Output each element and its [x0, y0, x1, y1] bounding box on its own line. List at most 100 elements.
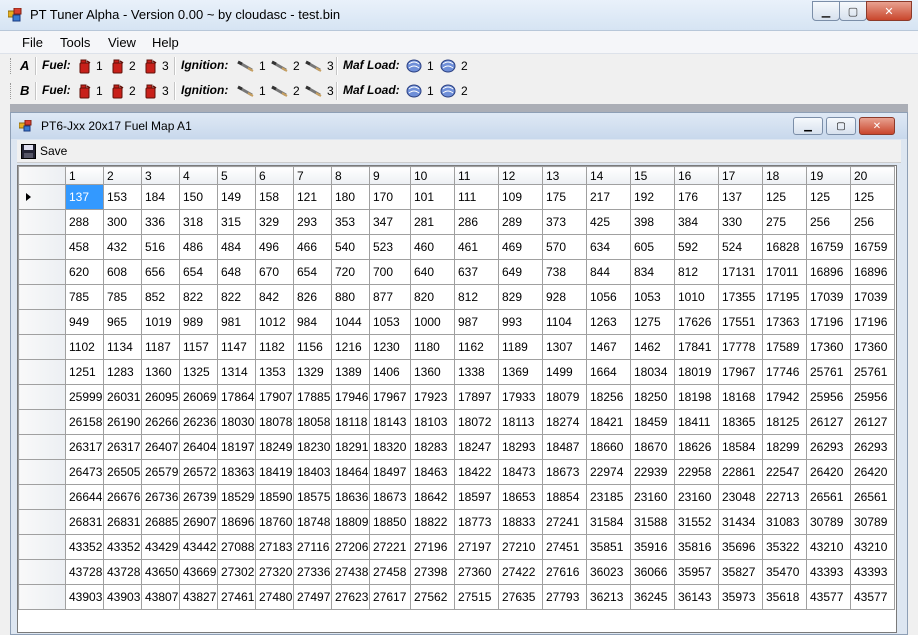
map-cell[interactable]: 700	[369, 259, 411, 285]
map-cell[interactable]: 17778	[718, 334, 763, 360]
map-cell[interactable]: 18072	[454, 409, 499, 435]
map-cell[interactable]: 18256	[586, 384, 631, 410]
row-header[interactable]	[18, 284, 66, 310]
map-cell[interactable]: 785	[103, 284, 142, 310]
map-cell[interactable]: 18079	[542, 384, 587, 410]
map-cell[interactable]: 137	[65, 184, 104, 210]
map-cell[interactable]: 1360	[141, 359, 180, 385]
map-cell[interactable]: 1353	[255, 359, 294, 385]
map-cell[interactable]: 18809	[331, 509, 370, 535]
row-header[interactable]	[18, 309, 66, 335]
map-cell[interactable]: 336	[141, 209, 180, 235]
map-cell[interactable]: 26407	[141, 434, 180, 460]
map-cell[interactable]: 18250	[630, 384, 675, 410]
map-cell[interactable]: 26069	[179, 384, 218, 410]
map-cell[interactable]: 26420	[806, 459, 851, 485]
map-cell[interactable]: 27422	[498, 559, 543, 585]
map-cell[interactable]: 26236	[179, 409, 218, 435]
map-cell[interactable]: 1056	[586, 284, 631, 310]
map-cell[interactable]: 18249	[255, 434, 294, 460]
map-cell[interactable]: 842	[255, 284, 294, 310]
map-cell[interactable]: 1307	[542, 334, 587, 360]
map-cell[interactable]: 289	[498, 209, 543, 235]
map-cell[interactable]: 18034	[630, 359, 675, 385]
map-cell[interactable]: 17841	[674, 334, 719, 360]
map-cell[interactable]: 18291	[331, 434, 370, 460]
map-cell[interactable]: 18411	[674, 409, 719, 435]
map-cell[interactable]: 17355	[718, 284, 763, 310]
map-cell[interactable]: 26190	[103, 409, 142, 435]
map-cell[interactable]: 822	[217, 284, 256, 310]
map-cell[interactable]: 25999	[65, 384, 104, 410]
map-cell[interactable]: 22861	[718, 459, 763, 485]
map-cell[interactable]: 1360	[410, 359, 455, 385]
map-cell[interactable]: 1369	[498, 359, 543, 385]
map-cell[interactable]: 26505	[103, 459, 142, 485]
map-cell[interactable]: 26127	[850, 409, 895, 435]
map-cell[interactable]: 18487	[542, 434, 587, 460]
map-cell[interactable]: 605	[630, 234, 675, 260]
map-cell[interactable]: 18854	[542, 484, 587, 510]
map-cell[interactable]: 31588	[630, 509, 675, 535]
column-header[interactable]: 17	[718, 166, 763, 185]
minimize-button[interactable]: ▁	[812, 1, 840, 21]
map-cell[interactable]: 18748	[293, 509, 332, 535]
map-cell[interactable]: 17746	[762, 359, 807, 385]
map-cell[interactable]: 43352	[65, 534, 104, 560]
map-cell[interactable]: 1019	[141, 309, 180, 335]
map-cell[interactable]: 17039	[806, 284, 851, 310]
map-cell[interactable]: 18365	[718, 409, 763, 435]
ignition-2-button[interactable]: 2	[271, 81, 300, 101]
map-cell[interactable]: 18773	[454, 509, 499, 535]
column-header[interactable]: 5	[217, 166, 256, 185]
map-cell[interactable]: 17967	[718, 359, 763, 385]
map-cell[interactable]: 1180	[410, 334, 455, 360]
map-cell[interactable]: 1283	[103, 359, 142, 385]
map-cell[interactable]: 330	[718, 209, 763, 235]
map-cell[interactable]: 27480	[255, 584, 294, 610]
column-header[interactable]: 3	[141, 166, 180, 185]
map-cell[interactable]: 35322	[762, 534, 807, 560]
map-cell[interactable]: 18673	[542, 459, 587, 485]
row-header[interactable]	[18, 359, 66, 385]
map-cell[interactable]: 35827	[718, 559, 763, 585]
map-cell[interactable]: 17942	[762, 384, 807, 410]
map-cell[interactable]: 18103	[410, 409, 455, 435]
map-cell[interactable]: 256	[850, 209, 895, 235]
map-cell[interactable]: 18118	[331, 409, 370, 435]
map-cell[interactable]: 25761	[806, 359, 851, 385]
map-cell[interactable]: 27562	[410, 584, 455, 610]
map-cell[interactable]: 18590	[255, 484, 294, 510]
map-cell[interactable]: 844	[586, 259, 631, 285]
ignition-3-button[interactable]: 3	[305, 56, 334, 76]
map-cell[interactable]: 26561	[806, 484, 851, 510]
map-cell[interactable]: 17907	[255, 384, 294, 410]
map-cell[interactable]: 524	[718, 234, 763, 260]
map-cell[interactable]: 17039	[850, 284, 895, 310]
map-cell[interactable]: 43827	[179, 584, 218, 610]
map-cell[interactable]: 18030	[217, 409, 256, 435]
map-cell[interactable]: 25956	[806, 384, 851, 410]
row-header[interactable]	[18, 184, 66, 210]
menu-tools[interactable]: Tools	[60, 35, 90, 50]
map-cell[interactable]: 634	[586, 234, 631, 260]
map-cell[interactable]: 1338	[454, 359, 499, 385]
map-cell[interactable]: 26885	[141, 509, 180, 535]
map-cell[interactable]: 1102	[65, 334, 104, 360]
map-cell[interactable]: 649	[498, 259, 543, 285]
map-cell[interactable]: 125	[850, 184, 895, 210]
map-cell[interactable]: 18247	[454, 434, 499, 460]
map-cell[interactable]: 27336	[293, 559, 332, 585]
row-header[interactable]	[18, 509, 66, 535]
map-cell[interactable]: 288	[65, 209, 104, 235]
map-cell[interactable]: 26293	[850, 434, 895, 460]
map-cell[interactable]: 35916	[630, 534, 675, 560]
map-cell[interactable]: 43393	[850, 559, 895, 585]
maf-2-button[interactable]: 2	[439, 56, 468, 76]
map-cell[interactable]: 1664	[586, 359, 631, 385]
map-cell[interactable]: 275	[762, 209, 807, 235]
map-cell[interactable]: 25956	[850, 384, 895, 410]
map-cell[interactable]: 27451	[542, 534, 587, 560]
map-cell[interactable]: 1189	[498, 334, 543, 360]
column-header[interactable]: 19	[806, 166, 851, 185]
